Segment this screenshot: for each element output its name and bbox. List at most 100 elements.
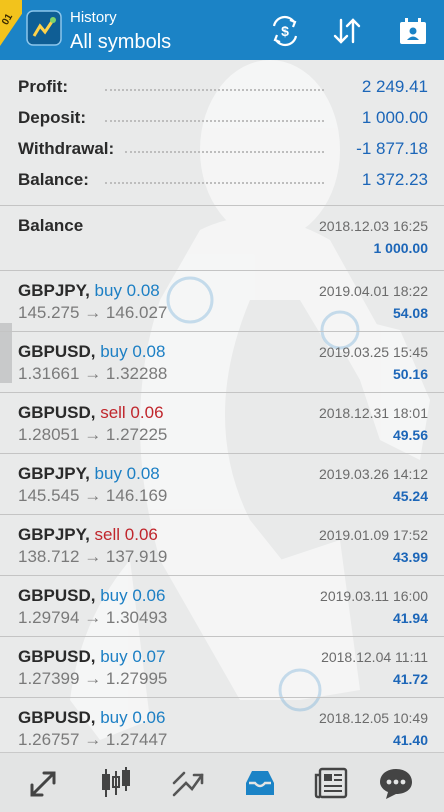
trade-time: 2019.03.25 15:45 <box>319 344 428 360</box>
balance-entry-time: 2018.12.03 16:25 <box>319 218 428 234</box>
arrow-icon: → <box>84 547 102 566</box>
trade-action: sell 0.06 <box>94 525 158 544</box>
trade-time: 2018.12.04 11:11 <box>321 649 428 665</box>
trade-row[interactable]: GBPJPY, buy 0.08 145.275 → 146.027 2019.04… <box>0 271 444 332</box>
trade-symbol: GBPJPY, buy 0.08 <box>18 464 160 484</box>
arrow-icon: → <box>84 669 102 688</box>
summary-value: 2 249.41 <box>361 77 428 96</box>
arrow-icon: → <box>84 486 102 505</box>
trade-profit: 45.24 <box>392 488 428 504</box>
trade-symbol: GBPUSD, buy 0.06 <box>18 586 165 606</box>
trade-symbol: GBPUSD, sell 0.06 <box>18 403 164 423</box>
sort-icon[interactable] <box>330 14 364 48</box>
trade-prices: 1.29794 → 1.30493 <box>18 608 167 628</box>
symbol-text: GBPJPY, <box>18 525 90 544</box>
open-price: 1.27399 <box>18 669 80 688</box>
summary-value: 1 000.00 <box>361 108 428 127</box>
corner-badge: 01 <box>0 0 22 46</box>
open-price: 1.31661 <box>18 364 80 383</box>
trade-symbol: GBPUSD, buy 0.08 <box>18 342 165 362</box>
trade-symbol: GBPJPY, sell 0.06 <box>18 525 158 545</box>
balance-entry-label: Balance <box>18 216 84 235</box>
arrow-icon: → <box>84 425 102 444</box>
trade-prices: 1.31661 → 1.32288 <box>18 364 167 384</box>
trade-time: 2019.04.01 18:22 <box>319 283 428 299</box>
symbol-text: GBPUSD, <box>18 342 96 361</box>
summary-label: Deposit: <box>18 108 86 127</box>
trade-symbol: GBPUSD, buy 0.07 <box>18 647 165 667</box>
trade-action: buy 0.08 <box>94 281 160 300</box>
symbol-filter-label[interactable]: All symbols <box>70 31 171 54</box>
trade-row[interactable]: GBPUSD, sell 0.06 1.28051 → 1.27225 2018.1… <box>0 393 444 454</box>
arrow-icon: → <box>84 730 102 749</box>
currency-exchange-icon[interactable]: $ <box>268 14 302 48</box>
symbol-text: GBPUSD, <box>18 708 96 727</box>
summary-value: -1 877.18 <box>356 139 428 158</box>
dotted-leader <box>105 182 324 184</box>
close-price: 137.919 <box>105 547 168 566</box>
quotes-icon[interactable] <box>22 761 66 805</box>
trade-action: sell 0.06 <box>100 403 164 422</box>
balance-entry-row[interactable]: Balance 2018.12.03 16:25 1 000.00 <box>0 206 444 270</box>
symbol-text: GBPUSD, <box>18 403 96 422</box>
trade-prices: 1.28051 → 1.27225 <box>18 425 167 445</box>
trade-profit: 50.16 <box>392 366 428 382</box>
bottom-navigation <box>0 752 444 812</box>
chart-icon[interactable] <box>94 761 138 805</box>
trade-profit: 54.08 <box>392 305 428 321</box>
open-price: 145.545 <box>18 486 80 505</box>
trade-row[interactable]: GBPUSD, buy 0.07 1.27399 → 1.27995 2018.12… <box>0 637 444 698</box>
trade-symbol: GBPUSD, buy 0.06 <box>18 708 165 728</box>
news-icon[interactable] <box>310 761 354 805</box>
trade-icon[interactable] <box>166 761 210 805</box>
close-price: 1.30493 <box>105 608 168 627</box>
open-price: 1.28051 <box>18 425 80 444</box>
trade-action: buy 0.06 <box>100 586 166 605</box>
balance-entry-amount: 1 000.00 <box>373 240 429 256</box>
trade-prices: 145.545 → 146.169 <box>18 486 167 506</box>
trade-symbol: GBPJPY, buy 0.08 <box>18 281 160 301</box>
dotted-leader <box>125 151 324 153</box>
open-price: 1.26757 <box>18 730 80 749</box>
summary-label: Balance: <box>18 170 89 189</box>
trade-time: 2019.01.09 17:52 <box>319 527 428 543</box>
close-price: 1.27447 <box>105 730 168 749</box>
trade-prices: 1.26757 → 1.27447 <box>18 730 167 750</box>
open-price: 138.712 <box>18 547 80 566</box>
chat-icon[interactable] <box>374 761 418 805</box>
trade-profit: 41.94 <box>392 610 428 626</box>
trade-action: buy 0.08 <box>94 464 160 483</box>
screen-title: History <box>70 9 117 26</box>
arrow-icon: → <box>84 608 102 627</box>
symbol-text: GBPUSD, <box>18 647 96 666</box>
arrow-icon: → <box>84 303 102 322</box>
trade-time: 2018.12.05 10:49 <box>319 710 428 726</box>
trade-row[interactable]: GBPJPY, buy 0.08 145.545 → 146.169 2019.03… <box>0 454 444 515</box>
close-price: 146.169 <box>105 486 168 505</box>
app-logo-icon[interactable] <box>26 10 62 46</box>
history-content: Profit: 2 249.41 Deposit: 1 000.00 Withd… <box>0 60 444 759</box>
trade-profit: 49.56 <box>392 427 428 443</box>
trade-time: 2019.03.26 14:12 <box>319 466 428 482</box>
close-price: 1.32288 <box>105 364 168 383</box>
trade-row[interactable]: GBPUSD, buy 0.06 1.26757 → 1.27447 2018.12… <box>0 698 444 759</box>
close-price: 146.027 <box>105 303 168 322</box>
trade-prices: 145.275 → 146.027 <box>18 303 167 323</box>
trade-prices: 1.27399 → 1.27995 <box>18 669 167 689</box>
dotted-leader <box>105 89 324 91</box>
trade-profit: 41.40 <box>392 732 428 748</box>
trade-profit: 43.99 <box>392 549 428 565</box>
trade-time: 2018.12.31 18:01 <box>319 405 428 421</box>
summary-row-deposit: Deposit: 1 000.00 <box>0 104 444 135</box>
trade-prices: 138.712 → 137.919 <box>18 547 167 567</box>
history-icon[interactable] <box>238 761 282 805</box>
trade-row[interactable]: GBPJPY, sell 0.06 138.712 → 137.919 2019.0… <box>0 515 444 576</box>
trade-profit: 41.72 <box>392 671 428 687</box>
close-price: 1.27225 <box>105 425 168 444</box>
summary-row-withdrawal: Withdrawal: -1 877.18 <box>0 135 444 166</box>
calendar-icon[interactable] <box>396 14 430 48</box>
trade-time: 2019.03.11 16:00 <box>320 588 428 604</box>
trade-action: buy 0.07 <box>100 647 166 666</box>
trade-row[interactable]: GBPUSD, buy 0.06 1.29794 → 1.30493 2019.03… <box>0 576 444 637</box>
trade-row[interactable]: GBPUSD, buy 0.08 1.31661 → 1.32288 2019.03… <box>0 332 444 393</box>
